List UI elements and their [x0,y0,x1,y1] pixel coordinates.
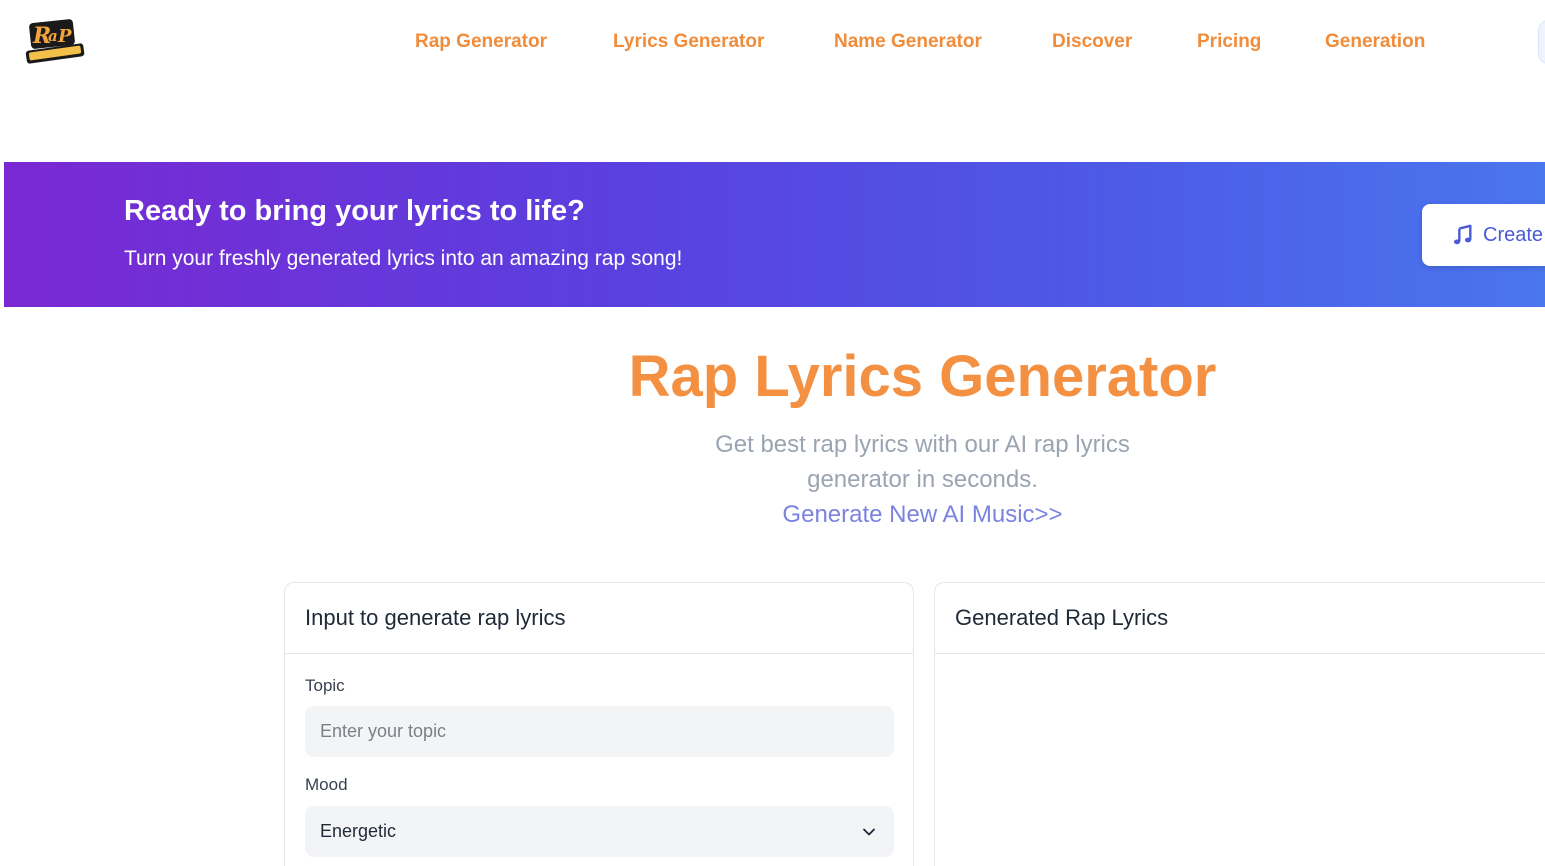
create-button-label: Create [1483,223,1544,246]
mood-select[interactable]: Energetic [305,806,894,857]
mood-selected-value: Energetic [320,821,397,841]
nav-pricing[interactable]: Pricing [1197,29,1261,55]
page-subtitle: Get best rap lyrics with our AI rap lyri… [0,427,1545,497]
create-song-button[interactable]: Create [1422,204,1545,266]
page-subtitle-line2: generator in seconds. [807,466,1038,493]
page: R a P Rap Generator Lyrics Generator Nam… [0,0,1545,866]
generate-music-link[interactable]: Generate New AI Music>> [0,497,1545,532]
banner-subtitle: Turn your freshly generated lyrics into … [124,247,683,270]
input-card-title: Input to generate rap lyrics [285,583,913,654]
page-subtitle-line1: Get best rap lyrics with our AI rap lyri… [715,431,1130,458]
nav-discover[interactable]: Discover [1052,29,1132,55]
site-header: R a P Rap Generator Lyrics Generator Nam… [0,0,1545,86]
nav-generation[interactable]: Generation [1325,29,1425,55]
header-action-button[interactable] [1538,20,1545,64]
mood-label: Mood [305,775,348,794]
output-card-title: Generated Rap Lyrics [935,583,1545,654]
music-note-icon [1453,224,1472,245]
nav-rap-generator[interactable]: Rap Generator [415,29,547,55]
banner-title: Ready to bring your lyrics to life? [124,195,585,227]
page-title: Rap Lyrics Generator [628,344,1217,409]
topic-label: Topic [305,676,345,695]
input-card: Input to generate rap lyrics Topic Mood … [284,582,914,866]
nav-name-generator[interactable]: Name Generator [834,29,982,55]
chevron-down-icon [863,828,875,836]
main-nav: Rap Generator Lyrics Generator Name Gene… [0,29,1545,55]
topic-input[interactable] [305,706,894,757]
nav-lyrics-generator[interactable]: Lyrics Generator [613,29,764,55]
promo-banner: Ready to bring your lyrics to life? Turn… [4,162,1545,307]
output-card: Generated Rap Lyrics [934,582,1545,866]
